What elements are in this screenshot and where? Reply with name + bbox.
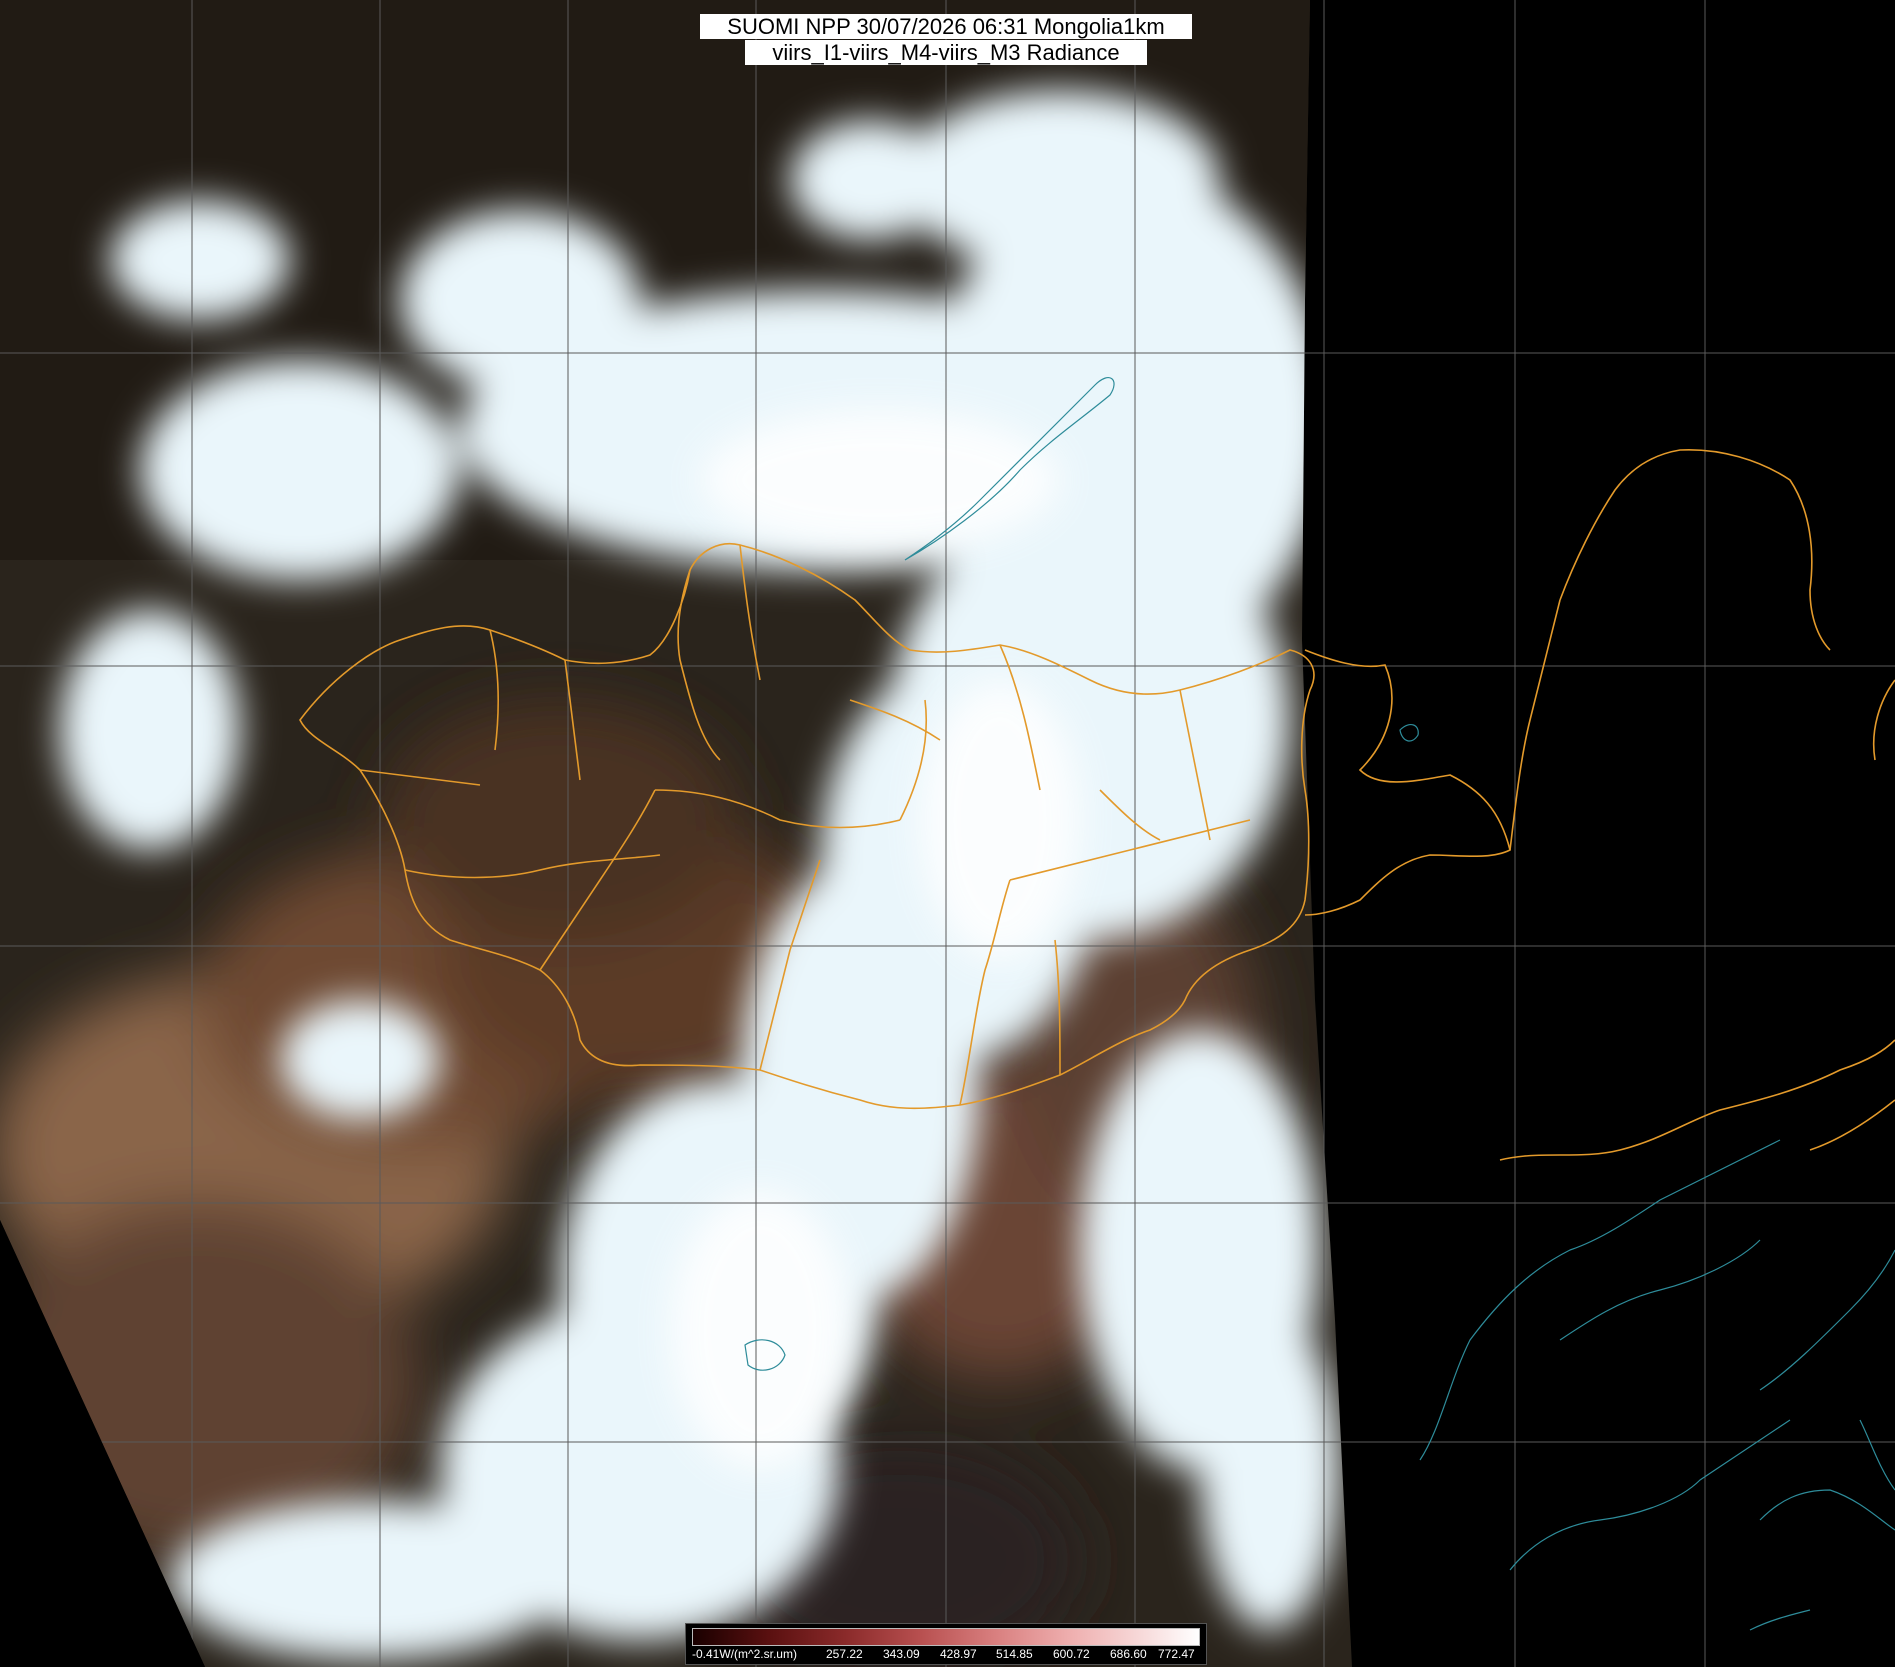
colorbar-tick-label: 600.72	[1053, 1647, 1090, 1661]
colorbar-tick-label: 772.47	[1158, 1647, 1195, 1661]
colorbar-tick-label: 343.09	[883, 1647, 920, 1661]
colorbar-unit-label: -0.41W/(m^2.sr.um)	[692, 1647, 797, 1661]
satellite-map-page: SUOMI NPP 30/07/2026 06:31 Mongolia1km v…	[0, 0, 1895, 1667]
colorbar-tick-label: 686.60	[1110, 1647, 1147, 1661]
image-title: SUOMI NPP 30/07/2026 06:31 Mongolia1km	[700, 14, 1192, 39]
colorbar-tick-label: 514.85	[996, 1647, 1033, 1661]
colorbar-tick-label: 428.97	[940, 1647, 977, 1661]
colorbar-labels: -0.41W/(m^2.sr.um) 257.22 343.09 428.97 …	[692, 1646, 1198, 1662]
colorbar-legend: -0.41W/(m^2.sr.um) 257.22 343.09 428.97 …	[685, 1623, 1207, 1665]
image-subtitle: viirs_I1-viirs_M4-viirs_M3 Radiance	[745, 40, 1147, 65]
swath-imagery	[0, 0, 1352, 1667]
colorbar-tick-label: 257.22	[826, 1647, 863, 1661]
colorbar-gradient	[692, 1628, 1200, 1646]
satellite-image	[0, 0, 1895, 1667]
